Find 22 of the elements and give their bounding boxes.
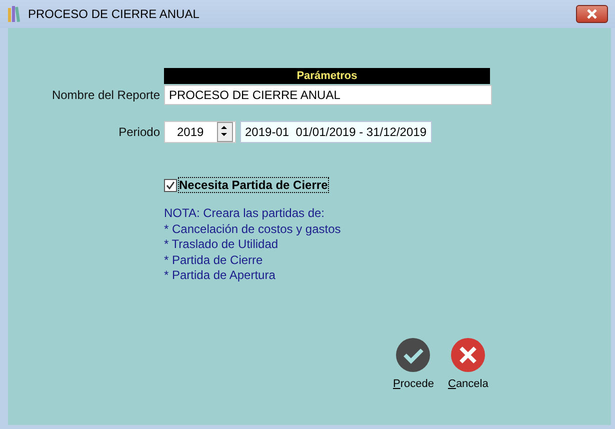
window-title: PROCESO DE CIERRE ANUAL: [28, 7, 200, 21]
period-range-field[interactable]: 2019-01 01/01/2019 - 31/12/2019: [240, 121, 432, 143]
checkmark-icon: [166, 180, 175, 190]
proceed-button[interactable]: Procede: [393, 338, 434, 390]
close-icon: [451, 338, 486, 372]
books-icon: [8, 6, 22, 22]
note-text: * Partida de Apertura: [164, 268, 276, 284]
note-text: NOTA: Creara las partidas de:: [164, 206, 326, 222]
cancel-button[interactable]: Cancela: [448, 338, 488, 390]
note-text: * Traslado de Utilidad: [164, 237, 280, 252]
field-label: Nombre del Reporte: [50, 88, 160, 102]
note-text: * Partida de Cierre: [164, 252, 264, 268]
field-label: Periodo: [118, 125, 160, 139]
close-button[interactable]: [576, 5, 608, 23]
checkbox-label[interactable]: Necesita Partida de Cierre: [179, 178, 328, 192]
input-field[interactable]: PROCESO DE CIERRE ANUAL: [164, 85, 492, 105]
year-spinner[interactable]: 2019: [164, 121, 236, 143]
close-icon: [586, 9, 598, 19]
check-icon: [396, 338, 430, 372]
note-text: * Cancelación de costos y gastos: [164, 222, 342, 237]
checkbox[interactable]: [164, 178, 177, 192]
section-header: Parámetros: [164, 68, 490, 84]
